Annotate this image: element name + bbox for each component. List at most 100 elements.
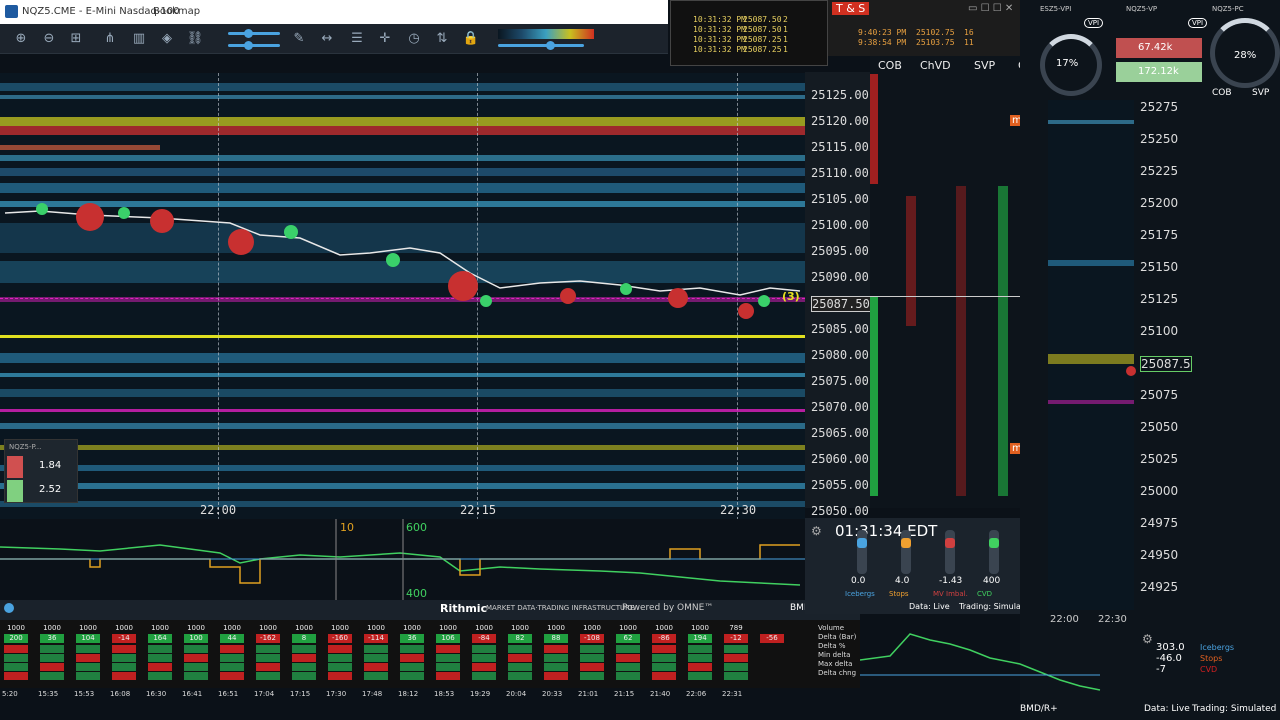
- contrast-slider[interactable]: [228, 44, 280, 47]
- right-price-label: 24925: [1140, 580, 1179, 594]
- volume-cell: 1000: [187, 624, 205, 632]
- gear-icon[interactable]: ⚙: [811, 524, 822, 538]
- measure-icon[interactable]: ↔: [318, 30, 336, 48]
- gauge-bar: [945, 530, 955, 574]
- crosshair-icon[interactable]: ✛: [376, 30, 394, 48]
- delta-cell: 106: [436, 634, 460, 643]
- table-fill: [148, 645, 172, 653]
- contrast-knob[interactable]: [244, 41, 253, 50]
- value-red: 67.42k: [1138, 42, 1173, 53]
- price-label: 25085.00: [811, 322, 869, 336]
- time-and-sales-mini[interactable]: 10:31:32 PM 25087.50 2 10:31:32 PM 25087.50 1…: [670, 0, 828, 66]
- time-cell: 19:29: [470, 690, 491, 698]
- cob-header[interactable]: COB: [878, 59, 902, 72]
- delta-cell: 200: [4, 634, 28, 643]
- data-status: Data: Live: [909, 602, 950, 611]
- volume-cell: 1000: [331, 624, 349, 632]
- table-fill: [436, 645, 460, 653]
- price-label: 25100.00: [811, 218, 869, 232]
- bid-bubble: [228, 229, 254, 255]
- ts-title: T & S: [832, 2, 870, 15]
- price-label: 25120.00: [811, 114, 869, 128]
- delta-cell: -108: [580, 634, 604, 643]
- right-bottom-label: Icebergs: [1200, 643, 1235, 652]
- right-bottom-label: Stops: [1200, 654, 1223, 663]
- right-price-label: 25225: [1140, 164, 1179, 178]
- zoom-in-icon[interactable]: ⊕: [12, 30, 30, 48]
- table-fill: [652, 672, 676, 680]
- brightness-slider[interactable]: [228, 32, 280, 35]
- ts-size: 11: [964, 38, 974, 47]
- svp-header[interactable]: SVP: [974, 59, 995, 72]
- table-fill: [472, 663, 496, 671]
- color-scale-bar[interactable]: [498, 29, 594, 39]
- table-fill: [292, 645, 316, 653]
- table-fill: [508, 672, 532, 680]
- link-icon[interactable]: ⛓: [186, 30, 204, 48]
- gear-icon[interactable]: ⚙: [1142, 632, 1153, 646]
- time-and-sales[interactable]: T & S ▭ ☐ ☐ ✕ 9:40:23 PM 25102.75 16 9:38:5…: [828, 0, 1020, 56]
- lock-icon[interactable]: 🔒: [462, 30, 480, 48]
- bid-bubble: [668, 288, 688, 308]
- heatmap[interactable]: (3) NQZ5-P... 1.84 2.52 22:00 22:15 22:3…: [0, 73, 805, 520]
- time-cell: 17:04: [254, 690, 275, 698]
- chvd-header[interactable]: ChVD: [920, 59, 951, 72]
- layers-icon[interactable]: ◈: [158, 30, 176, 48]
- brightness-knob[interactable]: [244, 29, 253, 38]
- info-icon[interactable]: [4, 603, 14, 613]
- right-bmd: BMD/R+: [1020, 704, 1058, 714]
- ask-bubble: [36, 203, 48, 215]
- row-label: Min delta: [818, 651, 851, 659]
- rithmic-sub: MARKET DATA·TRADING INFRASTRUCTURE: [486, 604, 635, 612]
- bid-bubble: [448, 271, 478, 301]
- table-fill: [112, 663, 136, 671]
- table-fill: [508, 663, 532, 671]
- share-icon[interactable]: ⋔: [101, 30, 119, 48]
- gauge-bar: [857, 530, 867, 574]
- price-label: 25125.00: [811, 88, 869, 102]
- pencil-icon[interactable]: ✎: [290, 30, 308, 48]
- mini-widget[interactable]: NQZ5-P... 1.84 2.52: [4, 439, 78, 503]
- zoom-out-icon[interactable]: ⊖: [40, 30, 58, 48]
- table-fill: [364, 663, 388, 671]
- es-title: ESZ5-VPI: [1040, 5, 1072, 13]
- ts-time: 10:31:32 PM: [693, 45, 746, 54]
- gauge-bar: [989, 530, 999, 574]
- indicator-panel[interactable]: 10 600 400: [0, 519, 805, 601]
- pc-title: NQZ5-PC: [1212, 5, 1244, 13]
- arrows-icon[interactable]: ⇅: [433, 30, 451, 48]
- mini-heatmap: [1048, 100, 1136, 610]
- ts-controls[interactable]: ▭ ☐ ☐ ✕: [968, 3, 1013, 14]
- right-price-label: 25200: [1140, 196, 1179, 210]
- price-label: 25080.00: [811, 348, 869, 362]
- comment-icon[interactable]: ☰: [348, 30, 366, 48]
- volume-cell: 1000: [259, 624, 277, 632]
- table-fill: [256, 645, 280, 653]
- right-price-label: 25025: [1140, 452, 1179, 466]
- color-knob[interactable]: [546, 41, 555, 50]
- time-cell: 20:33: [542, 690, 563, 698]
- right-bottom-value: -46.0: [1156, 653, 1182, 664]
- time-cell: 20:04: [506, 690, 527, 698]
- price-label: 25105.00: [811, 192, 869, 206]
- volume-cell: 1000: [583, 624, 601, 632]
- ts-time: 10:31:32 PM: [693, 15, 746, 24]
- gauge-value: 4.0: [895, 576, 910, 586]
- zoom-fit-icon[interactable]: ⊞: [67, 30, 85, 48]
- table-fill: [724, 654, 748, 662]
- nq-title: NQZ5-VP: [1126, 5, 1158, 13]
- price-label: 25075.00: [811, 374, 869, 388]
- table-fill: [580, 654, 604, 662]
- table-fill: [256, 663, 280, 671]
- delta-table: 1000 1000 1000 1000 1000 1000 1000 1000 1000 1000…: [0, 620, 860, 698]
- chart-icon[interactable]: ▥: [130, 30, 148, 48]
- gauge-fill: [857, 538, 867, 548]
- gauge-fill: [901, 538, 911, 548]
- color-slider[interactable]: [498, 44, 584, 47]
- volume-cell: 1000: [691, 624, 709, 632]
- bid-bubble: [560, 288, 576, 304]
- volume-cell: 1000: [79, 624, 97, 632]
- table-fill: [148, 672, 172, 680]
- clock-icon[interactable]: ◷: [405, 30, 423, 48]
- app-name: Bookmap: [153, 6, 201, 17]
